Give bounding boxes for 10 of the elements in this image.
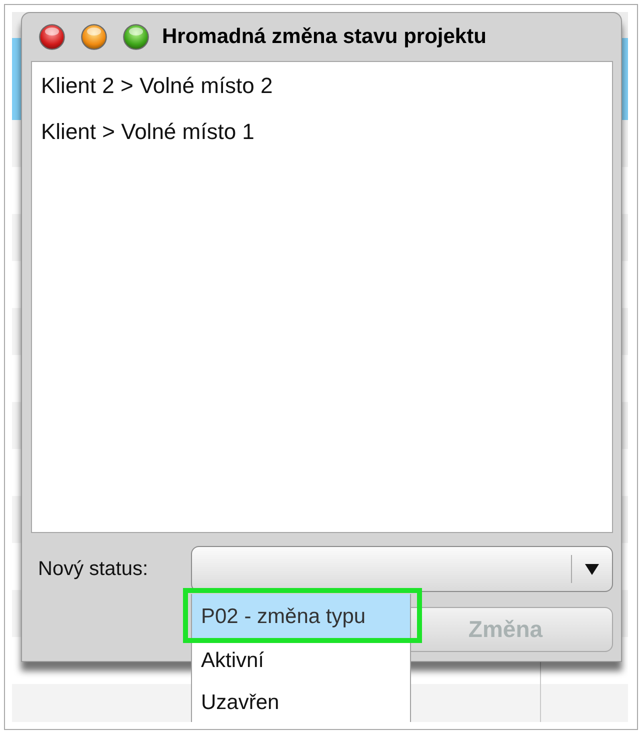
list-item[interactable]: Klient > Volné místo 1: [32, 108, 612, 154]
list-item[interactable]: Klient 2 > Volné místo 2: [32, 62, 612, 108]
maximize-icon[interactable]: [123, 24, 149, 50]
close-icon[interactable]: [39, 24, 65, 50]
status-label: Nový status:: [38, 557, 148, 582]
minimize-icon[interactable]: [81, 24, 107, 50]
status-dropdown[interactable]: [191, 546, 613, 592]
caret-icon: [585, 564, 599, 574]
dropdown-option[interactable]: P02 - změna typu: [192, 594, 410, 640]
dialog-title: Hromadná změna stavu projektu: [162, 24, 486, 50]
